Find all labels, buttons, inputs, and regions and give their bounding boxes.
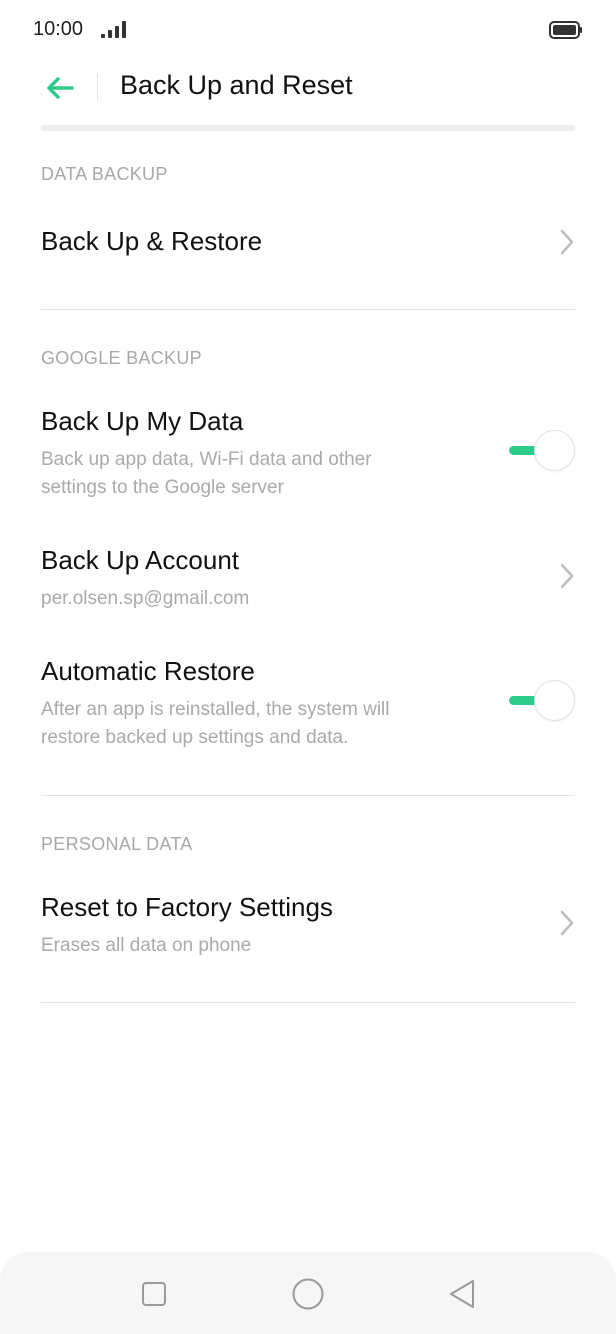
section-header-google-backup: GOOGLE BACKUP — [41, 348, 202, 368]
back-up-account-email: per.olsen.sp@gmail.com — [41, 588, 250, 609]
section-header-data-backup: DATA BACKUP — [41, 164, 168, 184]
toggle-knob — [534, 430, 575, 471]
back-up-restore-label: Back Up & Restore — [41, 226, 263, 256]
back-up-my-data-toggle[interactable] — [508, 429, 576, 473]
battery-icon — [549, 21, 582, 39]
back-up-account-item[interactable]: Back Up Account per.olsen.sp@gmail.com — [0, 540, 616, 620]
divider — [41, 795, 575, 796]
home-button[interactable] — [290, 1276, 326, 1312]
status-time: 10:00 — [33, 18, 84, 40]
divider — [41, 309, 575, 310]
nav-back-button[interactable] — [444, 1276, 480, 1312]
chevron-right-icon — [560, 563, 574, 589]
chevron-right-icon — [560, 229, 574, 255]
back-up-my-data-item[interactable]: Back Up My Data Back up app data, Wi-Fi … — [0, 400, 616, 510]
triangle-back-icon — [450, 1280, 474, 1308]
section-header-personal-data: PERSONAL DATA — [41, 834, 193, 854]
header-divider — [97, 74, 98, 100]
reset-factory-settings-item[interactable]: Reset to Factory Settings Erases all dat… — [0, 886, 616, 976]
status-bar: 10:00 — [0, 0, 616, 60]
automatic-restore-item[interactable]: Automatic Restore After an app is reinst… — [0, 650, 616, 760]
circle-icon — [292, 1278, 324, 1310]
back-up-account-label: Back Up Account — [41, 545, 239, 575]
reset-factory-settings-description: Erases all data on phone — [41, 935, 252, 956]
page-title: Back Up and Reset — [120, 70, 353, 100]
back-button[interactable] — [36, 68, 84, 108]
toggle-knob — [534, 680, 575, 721]
automatic-restore-toggle[interactable] — [508, 679, 576, 723]
automatic-restore-label: Automatic Restore — [41, 656, 255, 686]
back-up-my-data-description: Back up app data, Wi-Fi data and other s… — [41, 449, 372, 498]
recents-button[interactable] — [136, 1276, 172, 1312]
back-up-my-data-label: Back Up My Data — [41, 406, 244, 436]
navigation-bar — [0, 1252, 616, 1334]
reset-factory-settings-label: Reset to Factory Settings — [41, 892, 333, 922]
signal-icon — [101, 21, 126, 38]
divider — [41, 1002, 575, 1003]
automatic-restore-description: After an app is reinstalled, the system … — [41, 699, 390, 748]
app-header: Back Up and Reset — [0, 60, 616, 120]
back-arrow-icon — [47, 77, 74, 99]
header-separator — [41, 125, 575, 131]
square-icon — [142, 1282, 166, 1306]
chevron-right-icon — [560, 910, 574, 936]
back-up-restore-item[interactable]: Back Up & Restore — [0, 200, 616, 300]
